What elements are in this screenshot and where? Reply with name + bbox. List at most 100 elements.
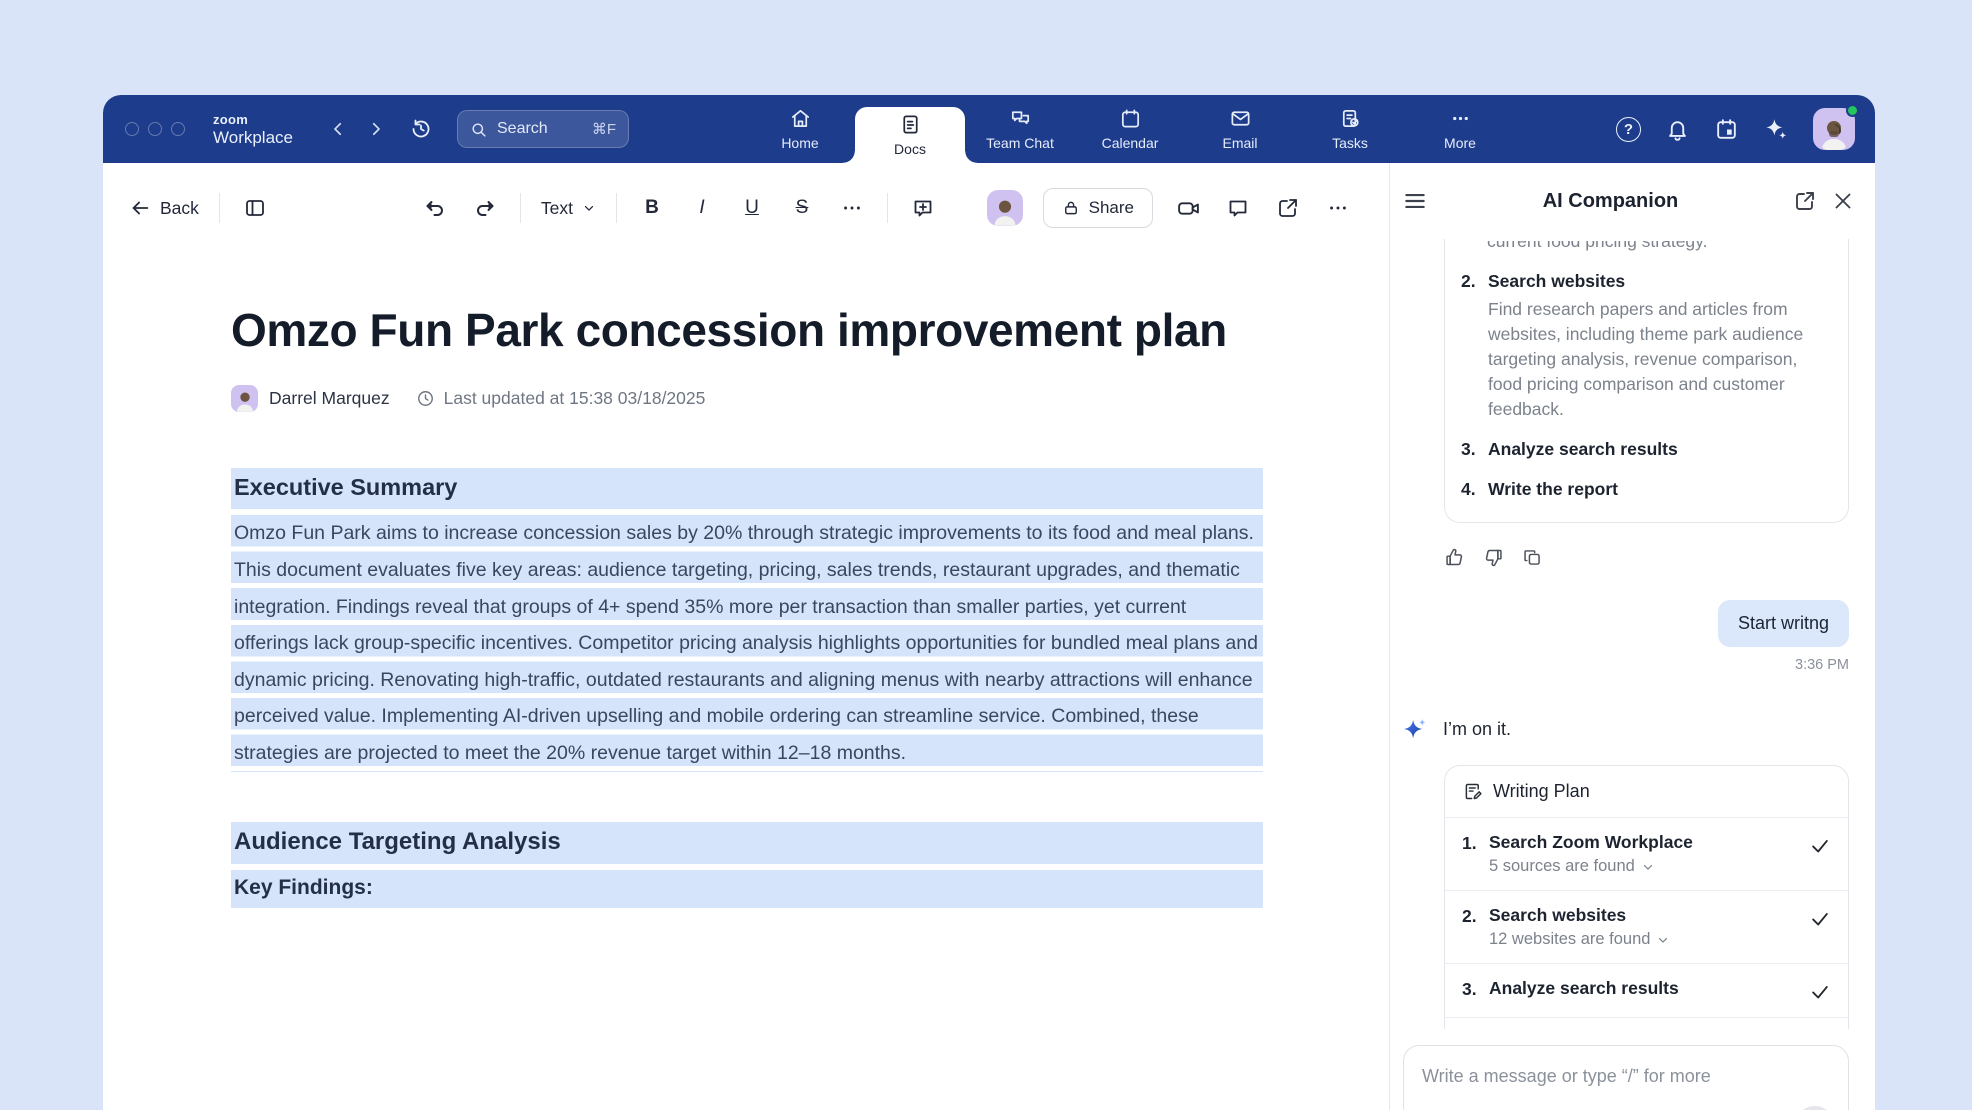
open-external-icon[interactable] [1273,193,1303,223]
tab-tasks[interactable]: Tasks [1295,95,1405,163]
nav-back-icon[interactable] [329,120,347,138]
document-column: Back Text [103,163,1389,1110]
window-zoom-button[interactable] [171,122,185,136]
more-formatting-icon[interactable] [837,193,867,223]
logo-line1: zoom [213,113,293,126]
share-label: Share [1089,198,1134,218]
zoom-workplace-logo: zoom Workplace [213,113,293,146]
last-updated-text: Last updated at 15:38 03/18/2025 [444,388,706,409]
divider [887,193,888,223]
chevron-down-icon [582,201,596,215]
ai-companion-sparkle-icon[interactable] [1763,116,1789,142]
share-button[interactable]: Share [1043,188,1153,228]
writing-plan-title: Writing Plan [1493,781,1590,802]
section-heading-executive-summary[interactable]: Executive Summary [231,468,1263,509]
step-check-icon [1805,978,1831,1003]
search-placeholder: Search [497,120,582,138]
plan-item: 2. Search websites Find research papers … [1461,269,1832,422]
conversation-area[interactable]: current food pricing strategy. 2. Search… [1390,239,1875,1029]
author-avatar [231,385,258,412]
tab-label: Email [1222,135,1257,151]
chat-icon[interactable] [1223,193,1253,223]
tab-docs[interactable]: Docs [855,107,965,163]
tab-team-chat[interactable]: Team Chat [965,95,1075,163]
tab-email[interactable]: Email [1185,95,1295,163]
tab-label: Docs [894,141,926,157]
panel-header: AI Companion [1390,163,1875,239]
tab-home[interactable]: Home [745,95,855,163]
bold-button[interactable]: B [637,197,667,219]
redo-icon[interactable] [470,193,500,223]
send-button[interactable] [1794,1106,1836,1110]
panel-title: AI Companion [1442,190,1779,213]
history-icon[interactable] [409,117,433,141]
italic-button[interactable]: I [687,197,717,219]
divider [219,193,220,223]
tab-more[interactable]: More [1405,95,1515,163]
thumbs-up-icon[interactable] [1444,547,1465,568]
notifications-bell-icon[interactable] [1665,117,1690,142]
plan-item-title: Search websites [1488,271,1625,291]
copy-icon[interactable] [1522,547,1543,568]
app-tabs: Home Docs Team Chat Calendar [745,95,1515,163]
pop-out-icon[interactable] [1793,189,1817,213]
close-icon[interactable] [1831,189,1855,213]
plan-item-title: Write the report [1488,477,1618,502]
collaborator-avatar[interactable] [987,190,1023,226]
section-heading-audience-targeting[interactable]: Audience Targeting Analysis [231,822,1263,864]
thumbs-down-icon[interactable] [1483,547,1504,568]
logo-line2: Workplace [213,129,293,146]
message-feedback-row [1444,547,1849,568]
section-heading-key-findings[interactable]: Key Findings: [231,870,1263,908]
window-close-button[interactable] [125,122,139,136]
back-button[interactable]: Back [129,197,199,219]
step-title: Analyze search results [1489,978,1805,999]
plan-step: 3. Analyze search results [1445,964,1848,1018]
underline-button[interactable]: U [737,197,767,219]
strikethrough-button[interactable]: S [787,197,817,219]
step-sources-toggle[interactable]: 5 sources are found [1489,857,1805,876]
step-sources-toggle[interactable]: 12 websites are found [1489,930,1805,949]
doc-toolbar: Back Text [103,163,1389,253]
global-search-input[interactable]: Search ⌘F [457,110,629,148]
document-title[interactable]: Omzo Fun Park concession improvement pla… [231,287,1291,373]
user-message-bubble: Start writng [1718,600,1849,647]
more-actions-icon[interactable] [1323,193,1353,223]
text-style-dropdown[interactable]: Text [541,198,596,219]
executive-summary-paragraph[interactable]: Omzo Fun Park aims to increase concessio… [231,515,1263,771]
add-comment-icon[interactable] [908,193,938,223]
back-label: Back [160,198,199,219]
composer-placeholder[interactable]: Write a message or type “/” for more [1422,1066,1830,1087]
document-canvas[interactable]: Omzo Fun Park concession improvement pla… [103,253,1389,1110]
undo-icon[interactable] [420,193,450,223]
plan-item: 3. Analyze search results [1461,437,1832,462]
writing-plan-card: Writing Plan 1. Search Zoom Workplace 5 … [1444,765,1849,1029]
writing-plan-header: Writing Plan [1445,766,1848,818]
tab-calendar[interactable]: Calendar [1075,95,1185,163]
help-icon[interactable]: ? [1616,117,1641,142]
sidebar-toggle-icon[interactable] [240,193,270,223]
user-message-row: Start writng [1390,600,1849,647]
plan-item: 4. Write the report [1461,477,1832,502]
ai-companion-panel: AI Companion current food pricing strate… [1389,163,1875,1110]
step-check-icon [1805,832,1831,857]
user-avatar[interactable] [1813,108,1855,150]
tasks-icon [1339,107,1362,130]
window-minimize-button[interactable] [148,122,162,136]
calendar-icon [1119,107,1142,130]
companion-composer[interactable]: Write a message or type “/” for more [1403,1045,1849,1110]
top-navbar: zoom Workplace Search ⌘F [103,95,1875,163]
video-call-icon[interactable] [1173,193,1203,223]
nav-forward-icon[interactable] [367,120,385,138]
step-title: Search websites [1489,905,1805,926]
date-panel-icon[interactable] [1714,117,1739,142]
message-timestamp: 3:36 PM [1390,657,1849,673]
step-title: Search Zoom Workplace [1489,832,1805,853]
avatar-photo [1819,116,1849,150]
ai-message-row: I’m on it. [1390,715,1849,745]
menu-hamburger-icon[interactable] [1402,188,1428,214]
plan-step: 1. Search Zoom Workplace 5 sources are f… [1445,818,1848,891]
writing-plan-icon [1462,781,1483,802]
divider [616,193,617,223]
window-controls[interactable] [125,122,185,136]
